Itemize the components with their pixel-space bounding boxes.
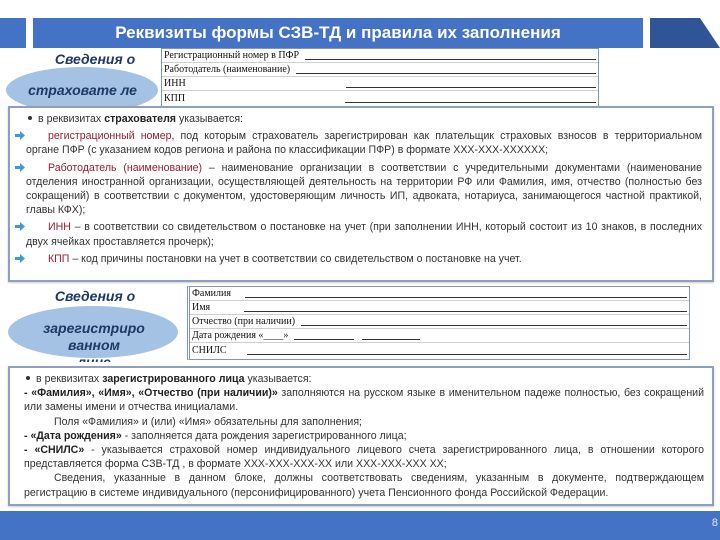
- insurer-info-box: в реквизитах страхователя указывается: р…: [8, 106, 714, 282]
- form-row-birthdate: Дата рождения «____»: [190, 329, 689, 343]
- insured-note-required: Поля «Фамилия» и (или) «Имя» обязательны…: [54, 415, 362, 428]
- form-row-kpp: КПП: [162, 91, 598, 105]
- insurer-item-reg-number: регистрационный номер, под которым страх…: [15, 129, 702, 157]
- page-number: 8: [711, 517, 718, 529]
- form-row-surname: Фамилия: [190, 287, 689, 301]
- form-row-employer: Работодатель (наименование): [162, 63, 598, 77]
- insurer-item-inn: ИНН – в соответствии со свидетельством о…: [15, 220, 702, 248]
- term-label: «Фамилия», «Имя», «Отчество (при наличии…: [31, 387, 278, 400]
- form-row-inn: ИНН: [162, 77, 598, 91]
- arrow-right-icon: [15, 222, 25, 232]
- form-line: [305, 51, 596, 60]
- form-label: Имя: [192, 302, 211, 313]
- insured-info-box: в реквизитах зарегистрированного лица ук…: [8, 366, 714, 506]
- form-line: [345, 79, 596, 88]
- header-left-tab: [0, 18, 26, 48]
- form-row-name: Имя: [190, 301, 689, 315]
- insured-ellipse-text: зарегистриро ванном лице: [43, 320, 145, 362]
- insurer-form-sample: Регистрационный номер в ПФР Работодатель…: [161, 48, 599, 108]
- page-title: Реквизиты формы СЗВ-ТД и правила их запо…: [33, 18, 643, 48]
- insured-form-sample: Фамилия Имя Отчество (при наличии) Дата …: [187, 286, 690, 360]
- form-label: ИНН: [164, 78, 186, 89]
- form-line: [246, 346, 687, 355]
- arrow-right-icon: [15, 131, 25, 141]
- form-line: [301, 317, 687, 326]
- term-label: регистрационный номер: [48, 130, 172, 143]
- insurer-heading: Сведения о: [54, 51, 136, 67]
- insurer-item-employer: Работодатель (наименование) – наименован…: [15, 161, 702, 218]
- form-label: КПП: [164, 92, 186, 104]
- form-label: Работодатель (наименование): [164, 64, 291, 75]
- insurer-ellipse-text: страховате ле: [28, 82, 137, 98]
- footer-bar: 8: [0, 511, 720, 540]
- term-label: «Дата рождения»: [30, 429, 122, 442]
- form-label: СНИЛС: [192, 344, 227, 356]
- form-line: [244, 303, 687, 312]
- form-label: Фамилия: [192, 288, 231, 299]
- arrow-right-icon: [15, 253, 25, 263]
- form-line: [294, 331, 355, 340]
- insured-item-fio: - «Фамилия», «Имя», «Отчество (при налич…: [24, 387, 704, 414]
- bullet-icon: [26, 376, 30, 381]
- insured-item-snils: - «СНИЛС» - указывается страховой номер …: [24, 444, 704, 471]
- form-row-patronymic: Отчество (при наличии): [190, 315, 689, 329]
- term-label: ИНН: [48, 221, 71, 234]
- insurer-item-kpp: КПП – код причины постановки на учет в с…: [15, 252, 702, 266]
- arrow-right-icon: [15, 162, 25, 172]
- form-label: Отчество (при наличии): [192, 316, 296, 327]
- term-label: Работодатель (наименование): [48, 161, 203, 174]
- insured-heading: Сведения о: [54, 288, 136, 304]
- insured-item-birthdate: - «Дата рождения» - заполняется дата рож…: [24, 429, 407, 442]
- form-label: Дата рождения «____»: [192, 330, 289, 341]
- header-right-decoration: [650, 18, 720, 48]
- bullet-icon: [28, 116, 32, 121]
- insured-intro: в реквизитах зарегистрированного лица ук…: [24, 372, 704, 386]
- form-row-reg-number: Регистрационный номер в ПФР: [162, 49, 598, 63]
- form-line: [345, 94, 596, 103]
- form-line: [296, 65, 596, 74]
- form-row-snils: СНИЛС: [190, 343, 689, 357]
- form-line: [362, 331, 421, 340]
- insurer-intro: в реквизитах страхователя указывается:: [26, 112, 702, 126]
- form-label: Регистрационный номер в ПФР: [164, 50, 299, 61]
- insured-note-compliance: Сведения, указанные в данном блоке, долж…: [24, 472, 704, 499]
- term-label: КПП: [48, 252, 70, 265]
- term-label: «СНИЛС»: [34, 444, 85, 457]
- form-line: [244, 289, 687, 298]
